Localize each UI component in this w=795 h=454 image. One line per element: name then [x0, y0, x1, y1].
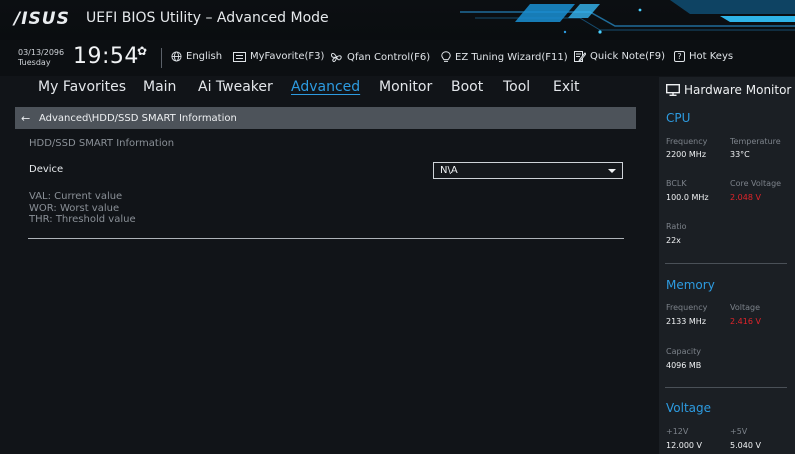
tab-ai-tweaker[interactable]: Ai Tweaker: [198, 79, 273, 95]
tab-advanced[interactable]: Advanced: [291, 79, 360, 95]
info-bar-divider: [161, 48, 162, 68]
device-select[interactable]: N\A: [433, 162, 623, 179]
breadcrumb-path: Advanced\HDD/SSD SMART Information: [39, 112, 237, 124]
cpu-frequency-value: 2200 MHz: [666, 150, 707, 159]
memory-voltage-value: 2.416 V: [730, 317, 761, 326]
core-voltage-label: Core Voltage: [730, 179, 782, 188]
gear-icon[interactable]: ✿: [137, 44, 147, 58]
ratio-label: Ratio: [666, 222, 687, 231]
core-voltage-value: 2.048 V: [730, 193, 761, 202]
cpu-frequency-label: Frequency: [666, 137, 708, 146]
voltage-section-title: Voltage: [666, 401, 712, 415]
app-title: UEFI BIOS Utility – Advanced Mode: [86, 10, 329, 26]
qfan-label: Qfan Control(F6): [347, 51, 431, 63]
note-icon: [574, 51, 586, 62]
back-arrow-icon[interactable]: ←: [21, 112, 35, 125]
clock-time: 19:54: [73, 44, 139, 69]
hot-keys-button[interactable]: ? Hot Keys: [674, 51, 733, 62]
section-title: HDD/SSD SMART Information: [29, 138, 175, 149]
date-text: 03/13/2096: [18, 48, 65, 57]
ratio-value: 22x: [666, 236, 681, 245]
v12-label: +12V: [666, 427, 689, 436]
hot-keys-label: Hot Keys: [689, 51, 734, 62]
v12-value: 12.000 V: [666, 441, 703, 450]
device-label: Device: [29, 164, 64, 175]
ez-tuning-label: EZ Tuning Wizard(F11): [455, 51, 568, 63]
globe-icon: [171, 51, 182, 62]
myfavorite-button[interactable]: MyFavorite(F3): [233, 51, 324, 62]
hardware-monitor-header: Hardware Monitor: [659, 77, 795, 102]
content-divider: [28, 238, 624, 239]
day-text: Tuesday: [18, 58, 51, 67]
header-decoration: [460, 0, 795, 34]
memory-frequency-value: 2133 MHz: [666, 317, 707, 326]
hardware-monitor-title: Hardware Monitor: [684, 82, 792, 97]
device-select-value: N\A: [440, 165, 458, 176]
tab-tool[interactable]: Tool: [503, 79, 530, 95]
tab-boot[interactable]: Boot: [451, 79, 483, 95]
myfavorite-label: MyFavorite(F3): [250, 51, 325, 62]
bclk-label: BCLK: [666, 179, 687, 188]
language-label: English: [186, 51, 223, 62]
quick-note-button[interactable]: Quick Note(F9): [574, 51, 665, 62]
fan-icon: [330, 52, 342, 63]
tab-exit[interactable]: Exit: [553, 79, 580, 95]
breadcrumb[interactable]: ← Advanced\HDD/SSD SMART Information: [15, 107, 636, 129]
ez-tuning-wizard-button[interactable]: EZ Tuning Wizard(F11): [441, 51, 568, 63]
cpu-section-title: CPU: [666, 111, 691, 125]
date-display: 03/13/2096 Tuesday: [18, 48, 64, 68]
memory-capacity-value: 4096 MB: [666, 361, 702, 370]
memory-capacity-label: Capacity: [666, 347, 701, 356]
legend-wor: WOR: Worst value: [29, 202, 120, 214]
tab-monitor[interactable]: Monitor: [379, 79, 432, 95]
myfavorite-icon: [233, 51, 246, 62]
bclk-value: 100.0 MHz: [666, 193, 709, 202]
asus-logo: /ISUS: [14, 9, 70, 29]
legend-thr: THR: Threshold value: [29, 214, 136, 225]
memory-voltage-label: Voltage: [730, 303, 761, 312]
main-menu: My Favorites Main Ai Tweaker Advanced Mo…: [0, 77, 659, 102]
title-bar: /ISUS UEFI BIOS Utility – Advanced Mode: [0, 0, 795, 40]
help-icon: ?: [674, 51, 685, 62]
legend-val: VAL: Current value: [29, 191, 123, 202]
info-bar: 03/13/2096 Tuesday 19:54 ✿ English MyFav…: [0, 40, 795, 76]
memory-section-title: Memory: [666, 278, 715, 292]
qfan-control-button[interactable]: Qfan Control(F6): [330, 51, 430, 63]
v5-label: +5V: [730, 427, 748, 436]
monitor-icon: [666, 83, 680, 96]
tab-my-favorites[interactable]: My Favorites: [38, 79, 126, 95]
cpu-temperature-label: Temperature: [730, 137, 781, 146]
bulb-icon: [441, 51, 451, 62]
memory-voltage-separator: [665, 387, 787, 388]
cpu-memory-separator: [665, 263, 787, 264]
cpu-temperature-value: 33°C: [730, 150, 750, 159]
settings-panel: HDD/SSD SMART Information Device N\A VAL…: [15, 129, 636, 454]
tab-main[interactable]: Main: [143, 79, 176, 95]
language-button[interactable]: English: [171, 51, 222, 62]
v5-value: 5.040 V: [730, 441, 761, 450]
hardware-monitor-panel: Hardware Monitor CPU Frequency Temperatu…: [659, 77, 795, 454]
value-legend: VAL: Current value WOR: Worst value THR:…: [29, 191, 136, 226]
quick-note-label: Quick Note(F9): [590, 51, 666, 62]
memory-frequency-label: Frequency: [666, 303, 708, 312]
chevron-down-icon: [608, 168, 616, 173]
